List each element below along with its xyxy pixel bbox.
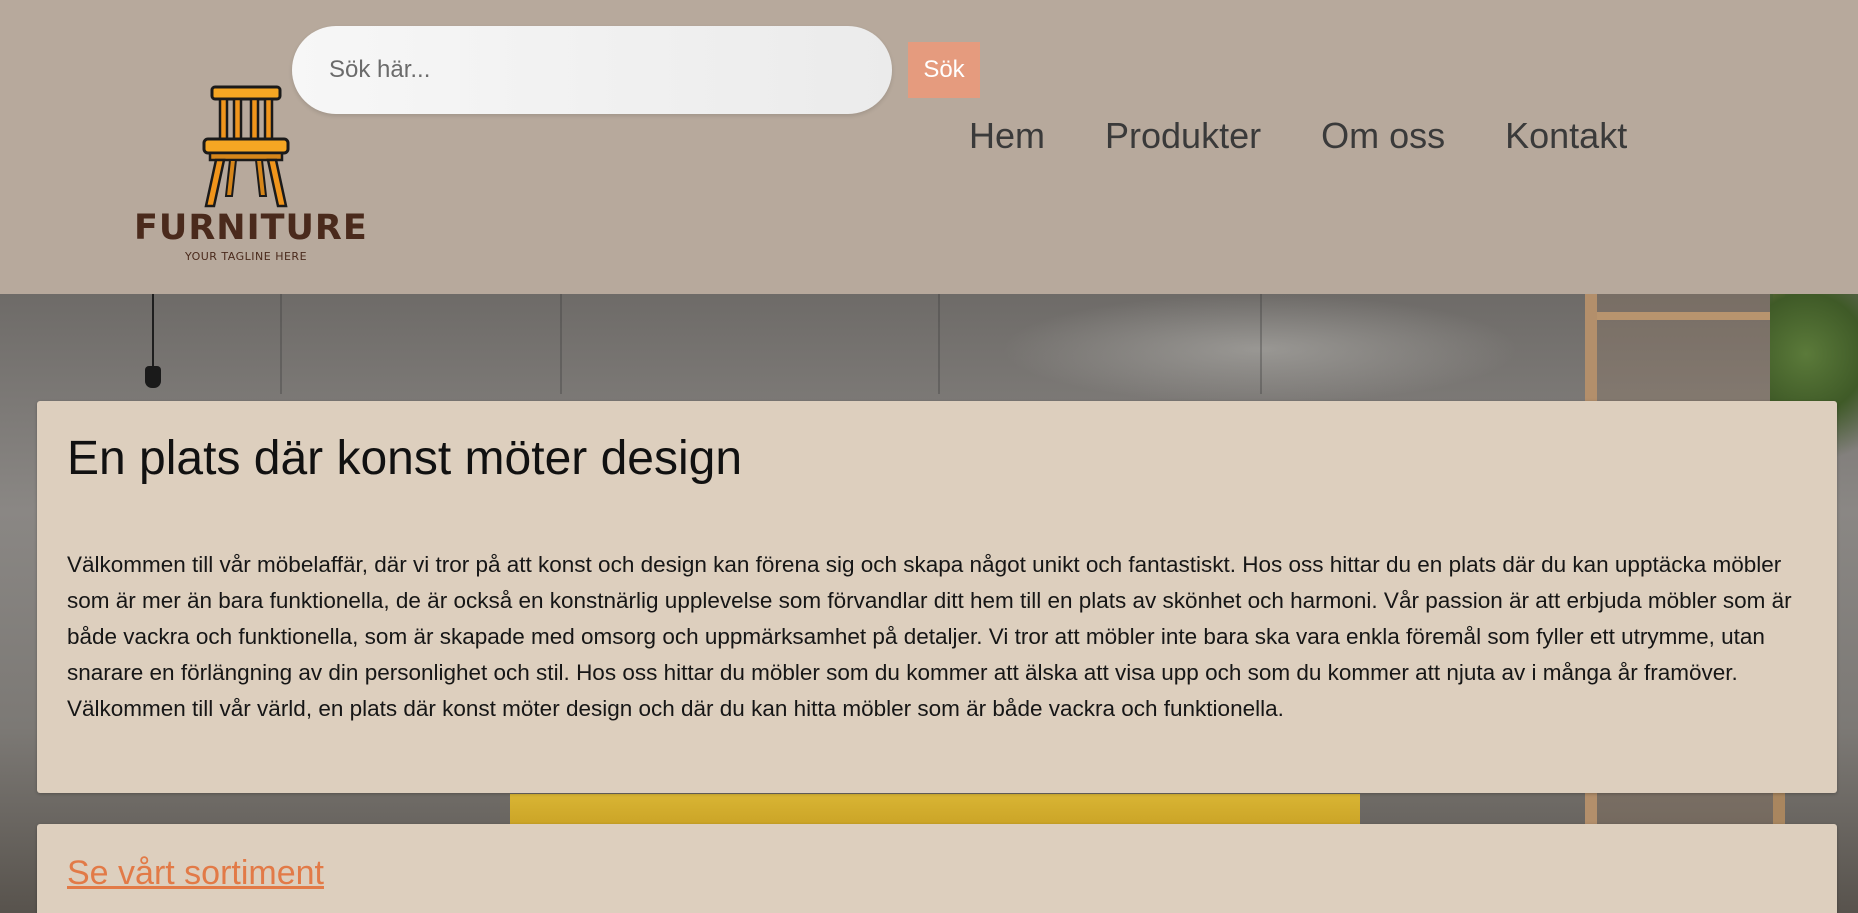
nav-link-home[interactable]: Hem bbox=[969, 115, 1045, 157]
nav-link-contact[interactable]: Kontakt bbox=[1505, 115, 1627, 157]
search-button[interactable]: Sök bbox=[908, 42, 980, 98]
logo-tagline: YOUR TAGLINE HERE bbox=[184, 250, 308, 263]
range-card: Se vårt sortiment bbox=[37, 824, 1837, 913]
see-range-link[interactable]: Se vårt sortiment bbox=[67, 854, 324, 893]
logo-brand: FURNITURE bbox=[134, 208, 368, 248]
pendant-lamp-cord bbox=[152, 294, 154, 368]
pendant-lamp bbox=[145, 366, 161, 388]
main-nav: Hem Produkter Om oss Kontakt bbox=[969, 112, 1627, 160]
site-header: FURNITURE YOUR TAGLINE HERE Sök Hem Prod… bbox=[0, 0, 1858, 294]
intro-card: En plats där konst möter design Välkomme… bbox=[37, 401, 1837, 793]
nav-link-products[interactable]: Produkter bbox=[1105, 115, 1261, 157]
nav-link-about[interactable]: Om oss bbox=[1321, 115, 1445, 157]
chair-icon bbox=[202, 85, 290, 208]
wall-panel-seam bbox=[938, 294, 940, 394]
intro-text: Välkommen till vår möbelaffär, där vi tr… bbox=[67, 552, 1792, 721]
wall-panel-seam bbox=[280, 294, 282, 394]
shelf-board bbox=[1597, 312, 1773, 320]
wall-panel-seam bbox=[560, 294, 562, 394]
intro-heading: En plats där konst möter design bbox=[67, 432, 743, 485]
search-input[interactable] bbox=[292, 26, 892, 114]
wall-panel-seam bbox=[1260, 294, 1262, 394]
